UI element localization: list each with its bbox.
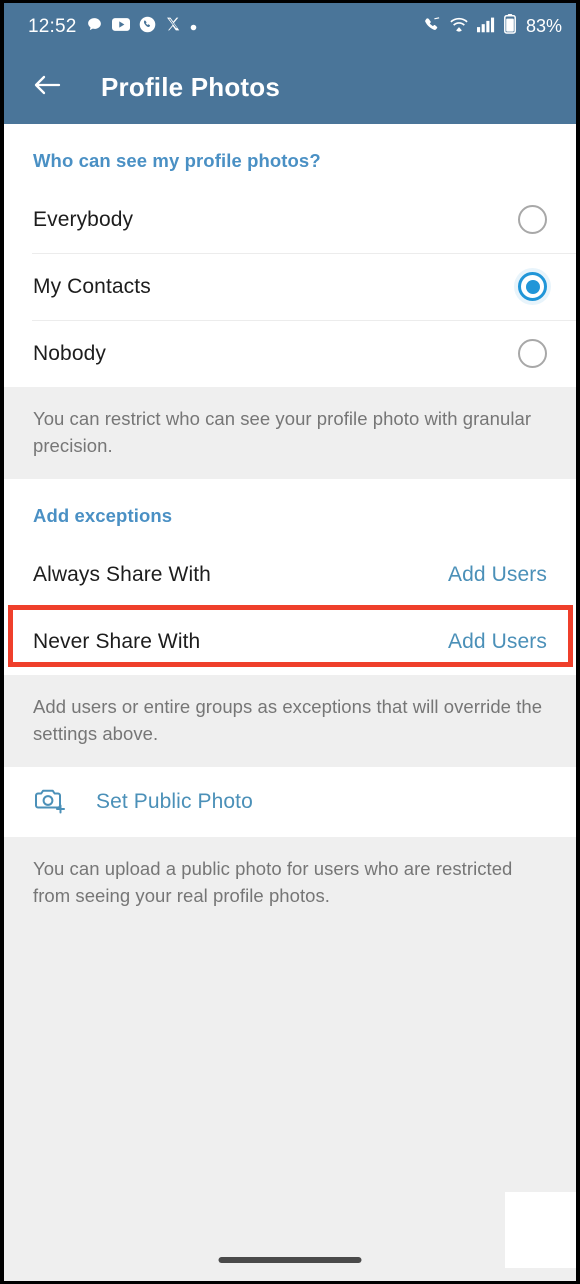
add-users-button-never[interactable]: Add Users <box>448 630 547 654</box>
option-label-my-contacts: My Contacts <box>33 274 151 298</box>
phone-frame: 12:52 83% Profile Photos Who can see my … <box>0 0 580 1284</box>
screen: 12:52 83% Profile Photos Who can see my … <box>4 3 576 1281</box>
option-row-nobody[interactable]: Nobody <box>4 320 576 387</box>
arrow-left-icon <box>32 73 62 102</box>
exceptions-card: Add exceptions Always Share With Add Use… <box>4 479 576 675</box>
label-always-share-with: Always Share With <box>33 562 211 586</box>
blank-overlay-patch <box>505 1192 576 1268</box>
option-row-everybody[interactable]: Everybody <box>4 186 576 253</box>
call-muted-icon <box>422 15 441 39</box>
label-never-share-with: Never Share With <box>33 629 201 653</box>
option-label-everybody: Everybody <box>33 207 134 231</box>
radio-nobody[interactable] <box>518 339 547 368</box>
camera-add-icon <box>33 784 69 821</box>
add-users-button-always[interactable]: Add Users <box>448 563 547 587</box>
public-photo-card: Set Public Photo <box>4 767 576 837</box>
phone-circle-icon <box>139 16 156 38</box>
youtube-icon <box>111 17 130 36</box>
set-public-photo-button[interactable]: Set Public Photo <box>4 767 576 837</box>
x-twitter-icon <box>165 16 181 37</box>
public-photo-note: You can upload a public photo for users … <box>4 837 576 929</box>
radio-my-contacts[interactable] <box>518 272 547 301</box>
option-row-my-contacts[interactable]: My Contacts <box>4 253 576 320</box>
message-bubble-icon <box>86 16 103 38</box>
never-share-with-wrapper: Never Share With Add Users <box>4 605 576 675</box>
dot-icon <box>190 18 197 36</box>
battery-icon <box>504 14 516 39</box>
exceptions-section-header: Add exceptions <box>33 505 173 526</box>
wifi-icon <box>449 16 469 38</box>
gesture-navigation-bar[interactable] <box>218 1257 362 1263</box>
radio-everybody[interactable] <box>518 205 547 234</box>
settings-content: Who can see my profile photos? Everybody… <box>4 124 576 1281</box>
status-bar-right: 83% <box>422 14 562 39</box>
row-always-share-with[interactable]: Always Share With Add Users <box>4 541 576 608</box>
back-button[interactable] <box>26 66 68 108</box>
visibility-section-header: Who can see my profile photos? <box>33 150 321 171</box>
signal-bars-icon <box>476 16 496 38</box>
row-never-share-with[interactable]: Never Share With Add Users <box>4 608 576 675</box>
status-bar: 12:52 83% <box>4 3 576 50</box>
status-clock: 12:52 <box>28 15 77 37</box>
exceptions-note: Add users or entire groups as exceptions… <box>4 675 576 767</box>
status-bar-left: 12:52 <box>28 16 422 38</box>
page-title: Profile Photos <box>101 71 281 102</box>
option-label-nobody: Nobody <box>33 341 106 365</box>
visibility-card: Who can see my profile photos? Everybody… <box>4 124 576 387</box>
battery-percent-label: 83% <box>525 16 562 36</box>
visibility-note: You can restrict who can see your profil… <box>4 387 576 479</box>
set-public-photo-label: Set Public Photo <box>96 790 253 813</box>
app-bar: Profile Photos <box>4 50 576 124</box>
